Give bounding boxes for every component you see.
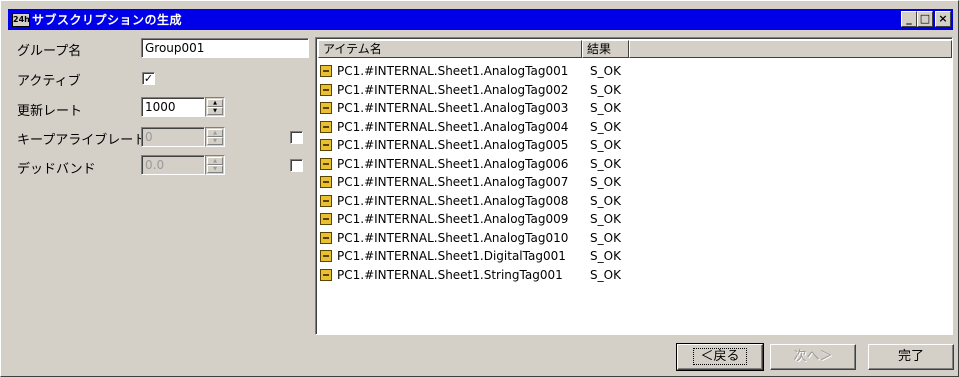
tag-icon: [320, 65, 332, 78]
deadband-checkbox[interactable]: [290, 159, 303, 172]
item-list[interactable]: アイテム名 結果 PC1.#INTERNAL.Sheet1.AnalogTag0…: [315, 37, 953, 335]
active-label: アクティブ: [17, 74, 81, 89]
item-name: PC1.#INTERNAL.Sheet1.DigitalTag001: [337, 249, 566, 264]
tag-icon: [320, 139, 332, 152]
tag-icon: [320, 120, 332, 133]
column-header-filler: [629, 40, 952, 58]
spin-down-icon[interactable]: ▼: [207, 165, 223, 173]
keep-alive-input[interactable]: 0: [141, 127, 205, 147]
item-name: PC1.#INTERNAL.Sheet1.AnalogTag003: [337, 101, 569, 116]
finish-button[interactable]: 完了: [868, 344, 954, 370]
item-result: S_OK: [590, 138, 621, 153]
item-name: PC1.#INTERNAL.Sheet1.AnalogTag010: [337, 230, 569, 245]
list-item[interactable]: PC1.#INTERNAL.Sheet1.AnalogTag007 S_OK: [320, 173, 630, 192]
item-name: PC1.#INTERNAL.Sheet1.AnalogTag002: [337, 82, 569, 97]
tag-icon: [320, 83, 332, 96]
list-item[interactable]: PC1.#INTERNAL.Sheet1.AnalogTag008 S_OK: [320, 192, 630, 211]
update-rate-spinner[interactable]: ▲ ▼: [205, 97, 225, 117]
spin-down-icon[interactable]: ▼: [207, 107, 223, 115]
tag-icon: [320, 194, 332, 207]
group-name-input[interactable]: Group001: [141, 38, 309, 58]
spin-up-icon[interactable]: ▲: [207, 129, 223, 137]
item-result: S_OK: [590, 156, 621, 171]
app-icon[interactable]: 24h: [12, 12, 30, 27]
update-rate-input[interactable]: 1000: [141, 97, 205, 117]
list-item[interactable]: PC1.#INTERNAL.Sheet1.AnalogTag004 S_OK: [320, 118, 630, 137]
back-button-label: ＜戻る: [693, 348, 747, 365]
list-header: アイテム名 結果: [318, 40, 952, 58]
item-result: S_OK: [590, 82, 621, 97]
tag-icon: [320, 102, 332, 115]
item-result: S_OK: [590, 175, 621, 190]
list-item[interactable]: PC1.#INTERNAL.Sheet1.AnalogTag006 S_OK: [320, 155, 630, 174]
active-checkbox[interactable]: ✓: [142, 72, 155, 85]
window-title: サブスクリプションの生成: [32, 13, 183, 27]
item-result: S_OK: [590, 212, 621, 227]
item-name: PC1.#INTERNAL.Sheet1.AnalogTag007: [337, 175, 569, 190]
item-name: PC1.#INTERNAL.Sheet1.AnalogTag001: [337, 64, 569, 79]
item-name: PC1.#INTERNAL.Sheet1.AnalogTag008: [337, 193, 569, 208]
maximize-button[interactable]: □: [917, 11, 933, 27]
deadband-spinner[interactable]: ▲ ▼: [205, 155, 225, 175]
tag-icon: [320, 157, 332, 170]
tag-icon: [320, 268, 332, 281]
window-controls: _ □ ×: [901, 11, 951, 27]
next-button[interactable]: 次へ＞: [770, 344, 856, 370]
minimize-button[interactable]: _: [901, 11, 917, 27]
item-result: S_OK: [590, 119, 621, 134]
item-name: PC1.#INTERNAL.Sheet1.AnalogTag006: [337, 156, 569, 171]
group-name-label: グループ名: [17, 44, 82, 59]
title-bar[interactable]: 24h サブスクリプションの生成 _ □ ×: [8, 9, 953, 30]
tag-icon: [320, 231, 332, 244]
tag-icon: [320, 213, 332, 226]
close-button[interactable]: ×: [935, 11, 951, 27]
item-name: PC1.#INTERNAL.Sheet1.AnalogTag004: [337, 119, 569, 134]
subscription-dialog: 24h サブスクリプションの生成 _ □ × グループ名 Group001 アク…: [0, 0, 959, 377]
list-item[interactable]: PC1.#INTERNAL.Sheet1.DigitalTag001 S_OK: [320, 247, 630, 266]
list-item[interactable]: PC1.#INTERNAL.Sheet1.AnalogTag009 S_OK: [320, 210, 630, 229]
list-item[interactable]: PC1.#INTERNAL.Sheet1.AnalogTag001 S_OK: [320, 62, 630, 81]
item-name: PC1.#INTERNAL.Sheet1.AnalogTag009: [337, 212, 569, 227]
item-name: PC1.#INTERNAL.Sheet1.StringTag001: [337, 267, 563, 282]
list-rows: PC1.#INTERNAL.Sheet1.AnalogTag001 S_OK PC1…: [320, 62, 630, 284]
spin-up-icon[interactable]: ▲: [207, 157, 223, 165]
list-item[interactable]: PC1.#INTERNAL.Sheet1.AnalogTag010 S_OK: [320, 229, 630, 248]
back-button[interactable]: ＜戻る: [676, 343, 764, 371]
item-name: PC1.#INTERNAL.Sheet1.AnalogTag005: [337, 138, 569, 153]
item-result: S_OK: [590, 101, 621, 116]
tag-icon: [320, 250, 332, 263]
keep-alive-label: キープアライブレート: [17, 133, 147, 148]
item-result: S_OK: [590, 193, 621, 208]
keep-alive-spinner[interactable]: ▲ ▼: [205, 127, 225, 147]
spin-up-icon[interactable]: ▲: [207, 99, 223, 107]
deadband-input[interactable]: 0.0: [141, 155, 205, 175]
list-item[interactable]: PC1.#INTERNAL.Sheet1.StringTag001 S_OK: [320, 266, 630, 285]
deadband-label: デッドバンド: [17, 162, 96, 177]
column-header-result[interactable]: 結果: [582, 40, 629, 58]
list-item[interactable]: PC1.#INTERNAL.Sheet1.AnalogTag005 S_OK: [320, 136, 630, 155]
item-result: S_OK: [590, 64, 621, 79]
spin-down-icon[interactable]: ▼: [207, 137, 223, 145]
column-header-item-name[interactable]: アイテム名: [318, 40, 582, 58]
update-rate-label: 更新レート: [17, 104, 83, 119]
item-result: S_OK: [590, 230, 621, 245]
list-item[interactable]: PC1.#INTERNAL.Sheet1.AnalogTag003 S_OK: [320, 99, 630, 118]
item-result: S_OK: [590, 249, 621, 264]
list-item[interactable]: PC1.#INTERNAL.Sheet1.AnalogTag002 S_OK: [320, 81, 630, 100]
keep-alive-checkbox[interactable]: [290, 131, 303, 144]
tag-icon: [320, 176, 332, 189]
item-result: S_OK: [590, 267, 621, 282]
